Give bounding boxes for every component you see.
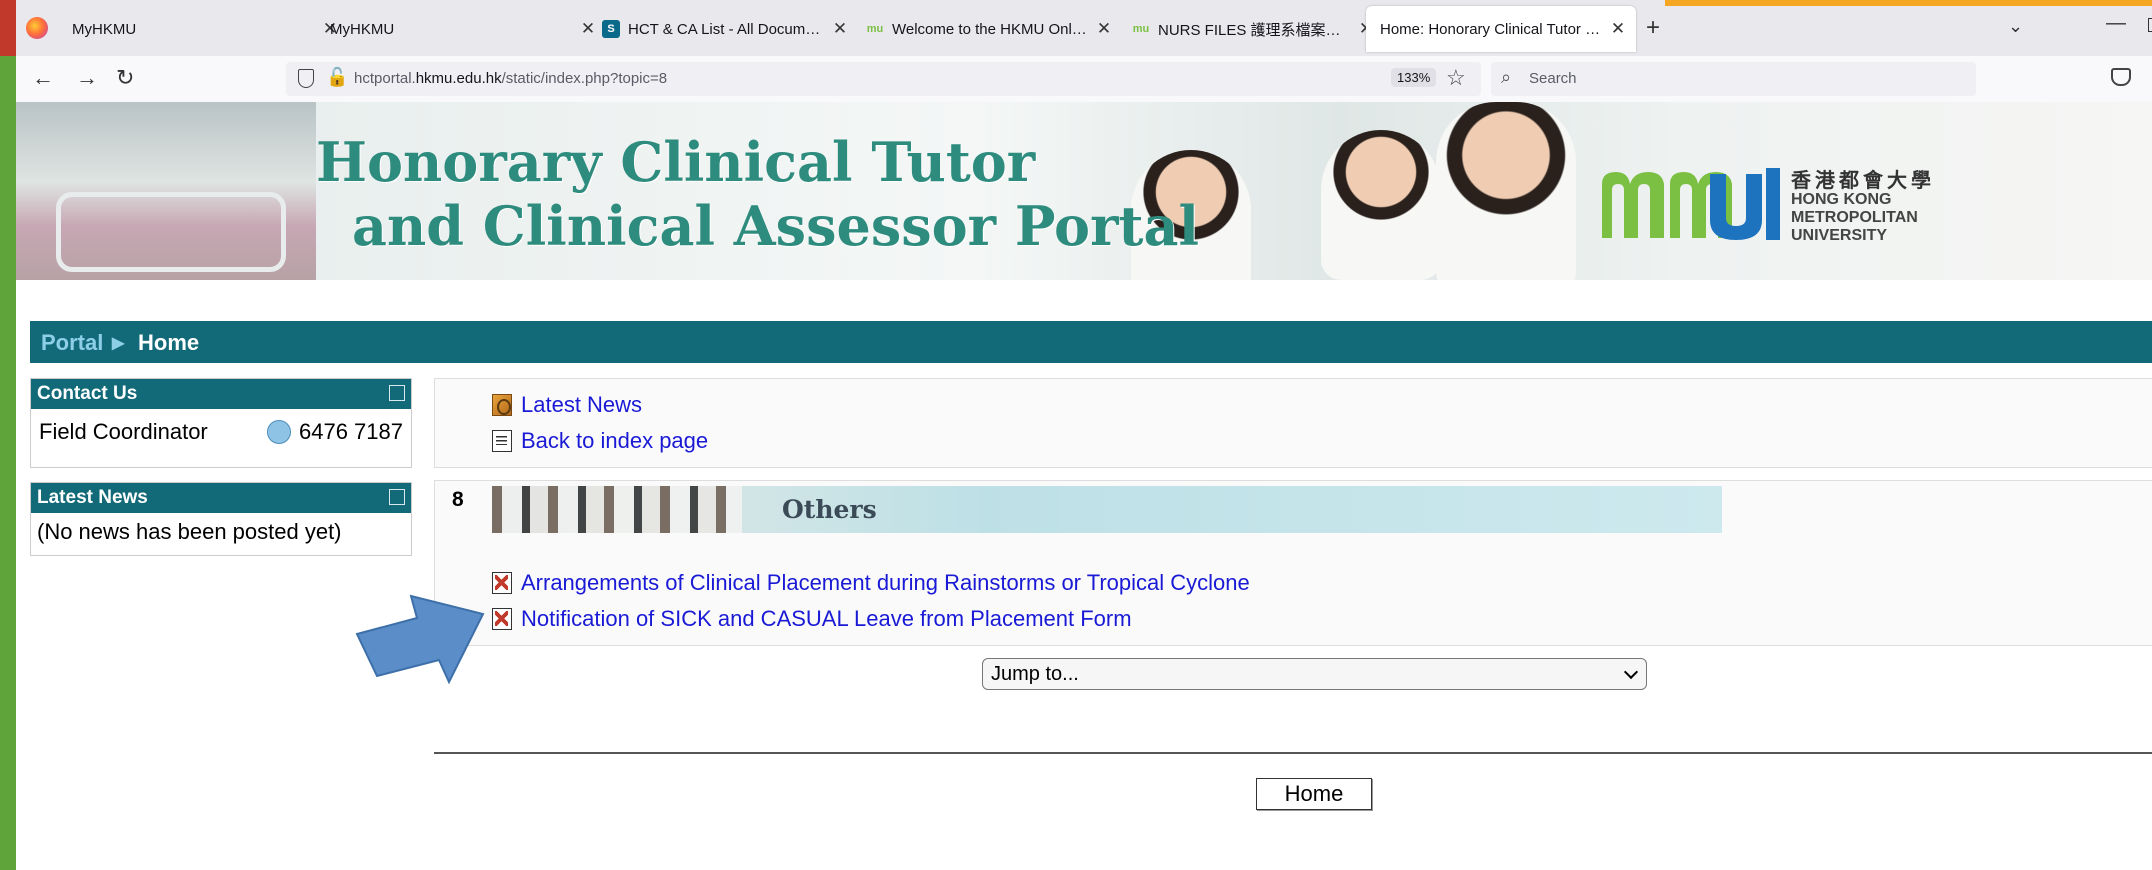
- banner-title-line1: Honorary Clinical Tutor: [316, 130, 1036, 194]
- chevron-down-icon: [1623, 664, 1639, 680]
- shield-icon[interactable]: [298, 69, 314, 88]
- home-button[interactable]: Home: [1256, 778, 1372, 810]
- pdf-icon: [492, 572, 512, 594]
- annotation-arrow-icon: [355, 594, 485, 685]
- tab-title: MyHKMU: [72, 20, 137, 38]
- new-tab-button[interactable]: +: [1646, 14, 1660, 42]
- contact-row: Field Coordinator 6476 7187: [31, 409, 411, 453]
- browser-tab[interactable]: MyHKMU ✕: [58, 6, 348, 52]
- chevron-down-icon[interactable]: ⌄: [2008, 16, 2023, 37]
- section-banner: Others: [492, 486, 1722, 533]
- forward-button[interactable]: →: [76, 65, 98, 91]
- hkmu-icon: mu: [1132, 23, 1150, 35]
- breadcrumb-portal-link[interactable]: Portal: [41, 330, 103, 356]
- sick-casual-leave-form-link[interactable]: Notification of SICK and CASUAL Leave fr…: [492, 606, 1132, 632]
- rainstorm-arrangements-link-text[interactable]: Arrangements of Clinical Placement durin…: [521, 570, 1250, 596]
- sharepoint-icon: S: [602, 20, 620, 38]
- jump-to-selected-value: Jump to...: [991, 663, 1079, 685]
- banner-nurse-photo: [1436, 102, 1576, 280]
- tab-title: MyHKMU: [330, 20, 395, 38]
- tab-title: Welcome to the HKMU Online L: [892, 20, 1090, 38]
- latest-news-title: Latest News: [37, 487, 148, 508]
- latest-news-header: Latest News: [31, 483, 411, 513]
- contact-us-block: Contact Us Field Coordinator 6476 7187: [30, 378, 412, 468]
- back-button[interactable]: ←: [32, 65, 54, 91]
- latest-news-link-text[interactable]: Latest News: [521, 392, 642, 418]
- browser-tab[interactable]: S HCT & CA List - All Documents ✕: [588, 6, 858, 52]
- back-to-index-link-text[interactable]: Back to index page: [521, 428, 708, 454]
- back-to-index-link[interactable]: Back to index page: [492, 428, 708, 454]
- latest-news-link[interactable]: Latest News: [492, 392, 642, 418]
- breadcrumb-separator-icon: ▶: [112, 335, 125, 352]
- address-bar[interactable]: 🔓 hctportal.hkmu.edu.hk/static/index.php…: [286, 62, 1481, 96]
- banner-nurse-photo: [1321, 130, 1441, 280]
- collapse-toggle-icon[interactable]: [389, 385, 405, 401]
- jump-to-select[interactable]: Jump to...: [982, 658, 1647, 690]
- browser-tab[interactable]: mu NURS FILES 護理系檔案文件發佈 ✕: [1118, 6, 1384, 52]
- browser-tab-strip: MyHKMU ✕ MyHKMU ✕ S HCT & CA List - All …: [16, 0, 2152, 56]
- top-links-box: [434, 378, 2152, 468]
- minimize-button[interactable]: —: [2106, 12, 2126, 35]
- portal-banner: Honorary Clinical Tutor and Clinical Ass…: [16, 102, 2152, 280]
- contact-us-title: Contact Us: [37, 383, 138, 404]
- firefox-icon: [26, 17, 48, 39]
- tab-title: NURS FILES 護理系檔案文件發佈: [1158, 21, 1352, 39]
- breadcrumb-current: Home: [138, 330, 200, 355]
- banner-ward-photo: [16, 102, 316, 280]
- url-text[interactable]: hctportal.hkmu.edu.hk/static/index.php?t…: [354, 70, 667, 87]
- tab-title: Home: Honorary Clinical Tutor and: [1380, 20, 1604, 38]
- rainstorm-arrangements-link[interactable]: Arrangements of Clinical Placement durin…: [492, 570, 1250, 596]
- search-icon: ⌕: [1501, 67, 1512, 87]
- hkmu-logo: [1602, 168, 1780, 240]
- document-icon: [492, 430, 512, 452]
- browser-tab-active[interactable]: Home: Honorary Clinical Tutor and ✕: [1366, 6, 1636, 52]
- breadcrumb: Portal ▶ Home: [30, 321, 2152, 363]
- footer-divider: [434, 752, 2152, 754]
- sick-casual-leave-form-link-text[interactable]: Notification of SICK and CASUAL Leave fr…: [521, 606, 1132, 632]
- browser-tab[interactable]: MyHKMU ✕: [316, 6, 606, 52]
- window-accent-top: [1665, 0, 2152, 6]
- section-number: 8: [452, 488, 464, 511]
- browser-navigation-bar: ← → ↻ 🔓 hctportal.hkmu.edu.hk/static/ind…: [16, 56, 2152, 103]
- close-icon[interactable]: ✕: [832, 19, 848, 39]
- window-accent-bar: [0, 0, 16, 870]
- university-name-english: HONG KONG METROPOLITAN UNIVERSITY: [1791, 191, 1918, 244]
- section-title: Others: [782, 495, 877, 524]
- tab-title: HCT & CA List - All Documents: [628, 20, 826, 38]
- collapse-toggle-icon[interactable]: [389, 489, 405, 505]
- pdf-icon: [492, 608, 512, 630]
- news-icon: [492, 394, 512, 416]
- latest-news-block: Latest News (No news has been posted yet…: [30, 482, 412, 556]
- reload-button[interactable]: ↻: [116, 65, 134, 91]
- banner-title-line2: and Clinical Assessor Portal: [352, 194, 1199, 258]
- search-placeholder: Search: [1529, 70, 1577, 87]
- close-icon[interactable]: ✕: [1096, 19, 1112, 39]
- contact-label: Field Coordinator: [39, 419, 208, 444]
- insecure-lock-icon[interactable]: 🔓: [326, 67, 348, 88]
- zoom-level-badge[interactable]: 133%: [1391, 68, 1437, 87]
- hkmu-icon: mu: [866, 23, 884, 35]
- pocket-icon[interactable]: [2111, 68, 2131, 86]
- university-name-chinese: 香港都會大學: [1791, 170, 1935, 192]
- search-input[interactable]: ⌕ Search: [1491, 62, 1976, 96]
- browser-tab[interactable]: mu Welcome to the HKMU Online L ✕: [852, 6, 1122, 52]
- bookmark-star-icon[interactable]: ☆: [1446, 65, 1466, 91]
- contact-us-header: Contact Us: [31, 379, 411, 409]
- section-banner-photo: [492, 486, 742, 533]
- contact-phone-number: 6476 7187: [299, 419, 403, 444]
- phone-icon: [267, 420, 291, 444]
- news-empty-text: (No news has been posted yet): [37, 519, 342, 544]
- window-accent-corner: [0, 0, 16, 56]
- maximize-button[interactable]: [2148, 18, 2152, 32]
- close-icon[interactable]: ✕: [1610, 19, 1626, 39]
